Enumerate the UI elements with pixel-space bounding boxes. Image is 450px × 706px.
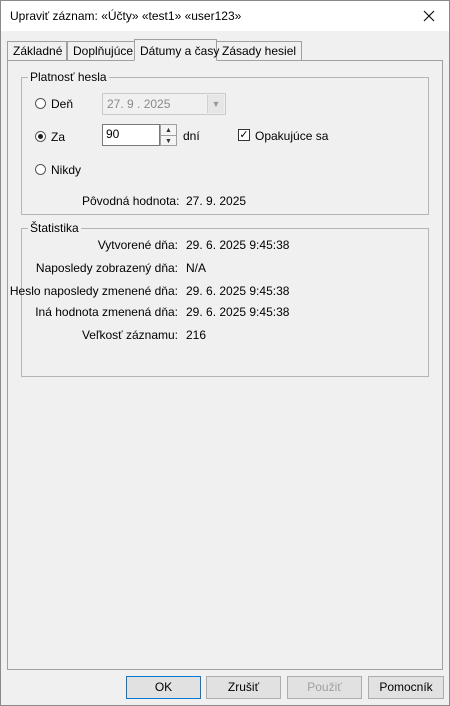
tab-label: Dátumy a časy xyxy=(140,44,220,58)
apply-button[interactable]: Použiť xyxy=(287,676,362,699)
stat-label-record-size: Veľkosť záznamu: xyxy=(81,328,178,342)
stat-value-record-size: 216 xyxy=(186,328,207,342)
spin-down-icon[interactable]: ▼ xyxy=(161,136,176,146)
repeat-checkbox[interactable]: ✓ xyxy=(238,129,250,141)
radio-never[interactable] xyxy=(35,164,46,175)
days-spinner[interactable]: ▲ ▼ xyxy=(160,124,177,146)
original-value-label: Pôvodná hodnota: xyxy=(82,194,180,208)
group-title: Platnosť hesla xyxy=(28,70,109,84)
tab-label: Základné xyxy=(13,44,63,58)
tab-label: Doplňujúce xyxy=(73,44,134,58)
title-bar: Upraviť záznam: «Účty» «test1» «user123» xyxy=(1,1,449,31)
radio-never-label: Nikdy xyxy=(51,163,82,177)
password-validity-group: Platnosť hesla Deň 27. 9 . 2025 ▼ Za 90 … xyxy=(21,70,429,215)
dialog-window: Upraviť záznam: «Účty» «test1» «user123»… xyxy=(0,0,450,706)
checkmark-icon: ✓ xyxy=(239,128,249,141)
days-unit-label: dní xyxy=(183,129,200,143)
radio-day-label: Deň xyxy=(51,97,74,111)
day-date-value: 27. 9 . 2025 xyxy=(107,97,171,111)
stat-label-created: Vytvorené dňa: xyxy=(97,238,178,252)
stat-value-created: 29. 6. 2025 9:45:38 xyxy=(186,238,290,252)
close-icon xyxy=(423,10,435,22)
close-button[interactable] xyxy=(409,1,449,31)
tab-password-policy[interactable]: Zásady hesiel xyxy=(216,41,302,60)
group-title: Štatistika xyxy=(28,221,81,235)
radio-in[interactable] xyxy=(35,131,46,142)
tab-strip: Základné Doplňujúce Dátumy a časy Zásady… xyxy=(7,39,443,61)
tab-dates-times[interactable]: Dátumy a časy xyxy=(134,39,220,61)
stat-label-password-changed: Heslo naposledy zmenené dňa: xyxy=(9,284,178,298)
cancel-button[interactable]: Zrušiť xyxy=(206,676,281,699)
days-input[interactable]: 90 xyxy=(102,124,160,146)
tab-panel: Platnosť hesla Deň 27. 9 . 2025 ▼ Za 90 … xyxy=(7,60,443,670)
chevron-down-icon: ▼ xyxy=(207,95,224,113)
stat-label-last-viewed: Naposledy zobrazený dňa: xyxy=(35,261,178,275)
stat-value-password-changed: 29. 6. 2025 9:45:38 xyxy=(186,284,290,298)
stat-value-last-viewed: N/A xyxy=(186,261,207,275)
ok-button[interactable]: OK xyxy=(126,676,201,699)
stat-value-other-changed: 29. 6. 2025 9:45:38 xyxy=(186,305,290,319)
radio-in-label: Za xyxy=(51,130,66,144)
tab-label: Zásady hesiel xyxy=(222,44,297,58)
statistics-group: Štatistika Vytvorené dňa: 29. 6. 2025 9:… xyxy=(10,221,429,377)
stat-label-other-changed: Iná hodnota zmenená dňa: xyxy=(35,305,178,319)
day-date-combo[interactable]: 27. 9 . 2025 ▼ xyxy=(102,93,226,115)
tab-additional[interactable]: Doplňujúce xyxy=(67,41,136,60)
help-button[interactable]: Pomocník xyxy=(368,676,444,699)
days-input-value: 90 xyxy=(106,127,120,141)
window-title: Upraviť záznam: «Účty» «test1» «user123» xyxy=(10,9,242,23)
radio-day[interactable] xyxy=(35,98,46,109)
tab-basic[interactable]: Základné xyxy=(7,41,67,60)
spin-up-icon[interactable]: ▲ xyxy=(161,125,176,136)
repeat-label: Opakujúce sa xyxy=(255,129,329,143)
original-value: 27. 9. 2025 xyxy=(186,194,247,208)
